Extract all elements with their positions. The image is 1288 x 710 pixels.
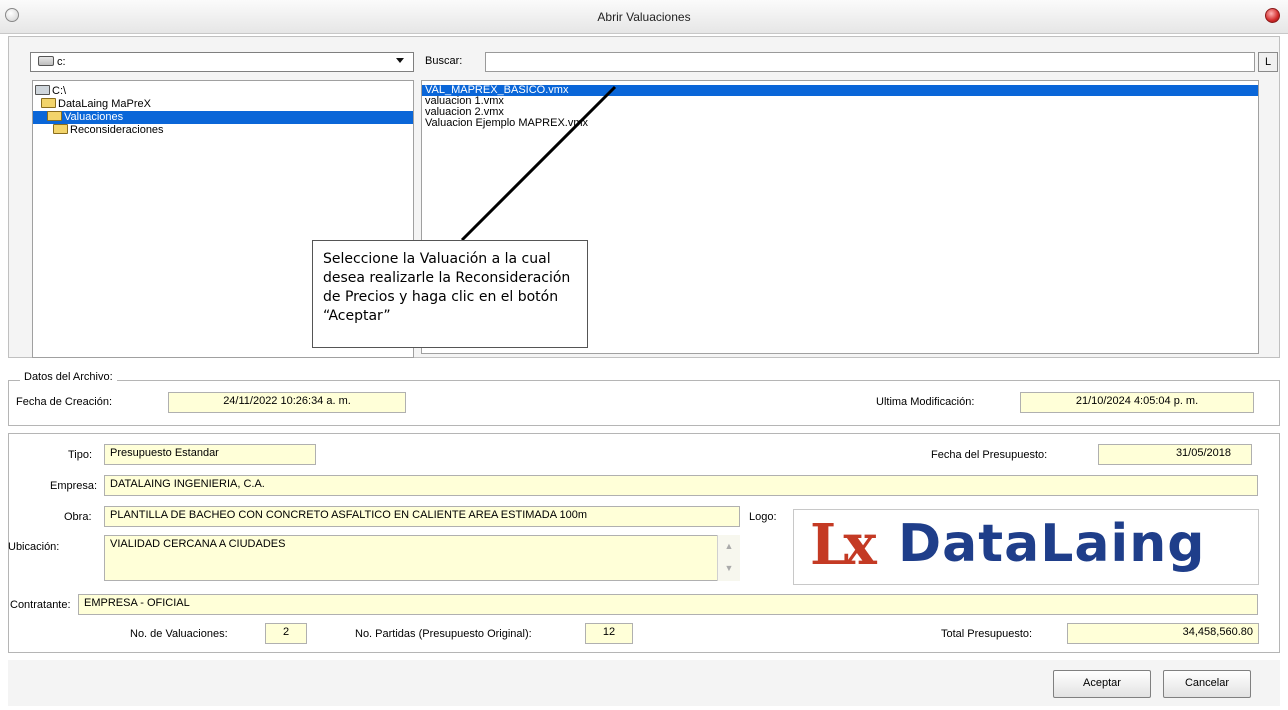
obra-value: PLANTILLA DE BACHEO CON CONCRETO ASFALTI… xyxy=(104,506,740,527)
tipo-label: Tipo: xyxy=(68,449,93,461)
modified-label: Ultima Modificación: xyxy=(876,396,975,408)
total-budget-label: Total Presupuesto: xyxy=(941,628,1033,640)
modified-value: 21/10/2024 4:05:04 p. m. xyxy=(1020,392,1254,413)
logo-name: DataLaing xyxy=(898,514,1206,574)
total-budget-value: 34,458,560.80 xyxy=(1067,623,1259,644)
logo-mark: Lx xyxy=(810,512,877,578)
items-count-value: 12 xyxy=(585,623,633,644)
budget-date-label: Fecha del Presupuesto: xyxy=(931,449,1048,461)
empresa-value: DATALAING INGENIERIA, C.A. xyxy=(104,475,1258,496)
scroll-down-icon[interactable]: ▼ xyxy=(718,563,740,573)
valuations-count-label: No. de Valuaciones: xyxy=(130,628,228,640)
cancel-button[interactable]: Cancelar xyxy=(1163,670,1251,698)
items-count-label: No. Partidas (Presupuesto Original): xyxy=(355,628,532,640)
contratante-value: EMPRESA - OFICIAL xyxy=(78,594,1258,615)
scroll-up-icon[interactable]: ▲ xyxy=(718,541,740,551)
callout-line: de Precios y haga clic en el botón xyxy=(323,289,559,305)
logo-label: Logo: xyxy=(749,511,777,523)
budget-date-value: 31/05/2018 xyxy=(1098,444,1252,465)
ubicacion-label: Ubicación: xyxy=(8,541,60,553)
accept-button[interactable]: Aceptar xyxy=(1053,670,1151,698)
valuations-count-value: 2 xyxy=(265,623,307,644)
created-label: Fecha de Creación: xyxy=(16,396,112,408)
file-data-legend: Datos del Archivo: xyxy=(20,371,117,383)
ubicacion-scrollbar[interactable]: ▲ ▼ xyxy=(717,535,740,581)
callout-line: desea realizarle la Reconsideración xyxy=(323,270,571,286)
created-value: 24/11/2022 10:26:34 a. m. xyxy=(168,392,406,413)
ubicacion-textarea[interactable]: VIALIDAD CERCANA A CIUDADES xyxy=(104,535,740,581)
tipo-value: Presupuesto Estandar xyxy=(104,444,316,465)
empresa-label: Empresa: xyxy=(50,480,98,492)
obra-label: Obra: xyxy=(64,511,92,523)
contratante-label: Contratante: xyxy=(10,599,71,611)
instruction-callout: Seleccione la Valuación a la cual desea … xyxy=(312,240,588,348)
callout-line: Seleccione la Valuación a la cual xyxy=(323,251,551,267)
callout-line: “Aceptar” xyxy=(323,308,391,324)
